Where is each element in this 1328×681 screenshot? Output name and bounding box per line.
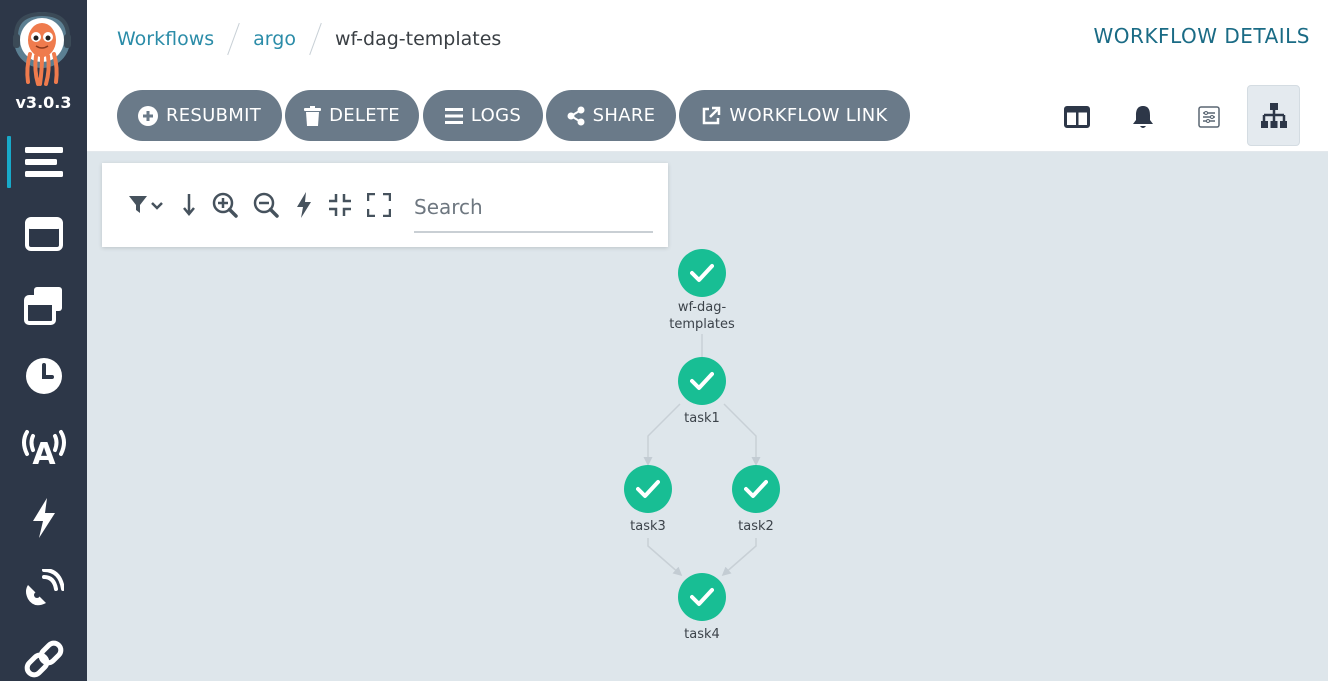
nav-workflow-templates[interactable] xyxy=(0,206,87,262)
edge-task2-task4 xyxy=(721,538,757,576)
zoom-in-icon xyxy=(212,192,238,218)
expand-icon xyxy=(367,193,391,217)
resubmit-label: RESUBMIT xyxy=(165,105,262,126)
event-sources-icon: A xyxy=(21,430,66,468)
dag-node-task4[interactable] xyxy=(678,573,726,621)
dag-node-task2[interactable] xyxy=(732,465,780,513)
sensors-icon xyxy=(32,498,55,538)
dag-node-label-line: wf-dag- xyxy=(677,300,727,315)
filter-button[interactable] xyxy=(128,191,166,219)
bell-icon xyxy=(1133,106,1153,128)
graph-search-input[interactable] xyxy=(414,189,653,225)
breadcrumb-current: wf-dag-templates xyxy=(334,28,502,50)
dag-node-root[interactable] xyxy=(678,249,726,297)
breadcrumb-workflows[interactable]: Workflows xyxy=(117,28,214,50)
edge-task3-task4 xyxy=(647,538,683,576)
graph-controls-panel xyxy=(102,163,668,247)
list-view-button[interactable] xyxy=(1183,88,1235,146)
top-bar: Workflows argo wf-dag-templates WORKFLOW… xyxy=(87,0,1328,74)
nav-workflows[interactable] xyxy=(0,134,87,190)
resubmit-button[interactable]: RESUBMIT xyxy=(117,90,282,141)
link-icon xyxy=(24,640,63,678)
list-view-icon xyxy=(1198,106,1220,128)
direction-icon xyxy=(183,194,195,216)
zoom-out-icon xyxy=(253,192,279,218)
edge-task1-task3 xyxy=(643,403,681,466)
lines-icon xyxy=(444,107,463,124)
share-button[interactable]: SHARE xyxy=(546,90,676,141)
split-view-button[interactable] xyxy=(1051,88,1103,146)
sidebar: v3.0.3 A xyxy=(0,0,87,681)
notifications-button[interactable] xyxy=(1117,88,1169,146)
page-title: WORKFLOW DETAILS xyxy=(1093,24,1310,48)
dag-node-label: wf-dag- templates xyxy=(652,299,752,333)
workflows-icon xyxy=(24,147,63,177)
breadcrumb-separator xyxy=(309,22,322,56)
version-label: v3.0.3 xyxy=(15,93,72,112)
dag-node-label: task3 xyxy=(630,519,666,534)
dag-node-task1[interactable] xyxy=(678,357,726,405)
check-icon xyxy=(690,372,714,390)
collapse-button[interactable] xyxy=(328,191,352,219)
dag-node-label: task2 xyxy=(738,519,774,534)
workflow-link-button[interactable]: WORKFLOW LINK xyxy=(679,90,910,141)
breadcrumb-namespace[interactable]: argo xyxy=(253,28,296,50)
nav-sensors[interactable] xyxy=(0,490,87,546)
dag-node-label: task4 xyxy=(684,627,720,642)
fast-layout-button[interactable] xyxy=(295,191,313,219)
collapse-icon xyxy=(329,194,351,216)
graph-search xyxy=(414,189,653,233)
external-link-icon xyxy=(703,106,721,124)
edge-task1-task2 xyxy=(723,403,761,466)
fast-layout-icon xyxy=(297,192,311,218)
nav-event-flow[interactable] xyxy=(0,561,87,617)
plus-circle-icon xyxy=(137,105,158,126)
share-icon xyxy=(567,106,585,125)
cluster-workflow-templates-icon xyxy=(23,287,62,325)
nav-cron-workflows[interactable] xyxy=(0,348,87,404)
action-toolbar: RESUBMIT DELETE LOGS SHARE WORKFLOW LINK xyxy=(87,74,1328,152)
breadcrumb: Workflows argo wf-dag-templates xyxy=(117,22,501,56)
logs-button[interactable]: LOGS xyxy=(423,90,543,141)
dag-node-task3[interactable] xyxy=(624,465,672,513)
logs-label: LOGS xyxy=(470,105,522,126)
nav-event-sources[interactable]: A xyxy=(0,419,87,475)
trash-icon xyxy=(304,105,322,126)
breadcrumb-separator xyxy=(227,22,240,56)
workflow-templates-icon xyxy=(24,217,63,251)
delete-button[interactable]: DELETE xyxy=(285,90,419,141)
svg-text:A: A xyxy=(32,437,56,468)
zoom-out-button[interactable] xyxy=(253,191,279,219)
cron-workflows-icon xyxy=(25,358,62,394)
dag-node-label-line: templates xyxy=(669,317,735,332)
delete-label: DELETE xyxy=(329,105,400,126)
dag-view-button[interactable] xyxy=(1247,85,1300,146)
event-flow-icon xyxy=(25,569,64,606)
zoom-in-button[interactable] xyxy=(212,191,238,219)
direction-button[interactable] xyxy=(179,191,199,219)
argo-logo[interactable] xyxy=(12,10,72,88)
dag-view-icon xyxy=(1260,102,1287,128)
nav-cluster-workflow-templates[interactable] xyxy=(0,277,87,333)
expand-button[interactable] xyxy=(367,191,391,219)
dag-node-label: task1 xyxy=(684,411,720,426)
check-icon xyxy=(636,480,660,498)
check-icon xyxy=(690,264,714,282)
split-view-icon xyxy=(1064,106,1090,128)
check-icon xyxy=(744,480,768,498)
workflow-link-label: WORKFLOW LINK xyxy=(729,105,888,126)
share-label: SHARE xyxy=(592,105,656,126)
filter-icon xyxy=(129,196,163,213)
nav-link[interactable] xyxy=(0,632,87,681)
check-icon xyxy=(690,588,714,606)
